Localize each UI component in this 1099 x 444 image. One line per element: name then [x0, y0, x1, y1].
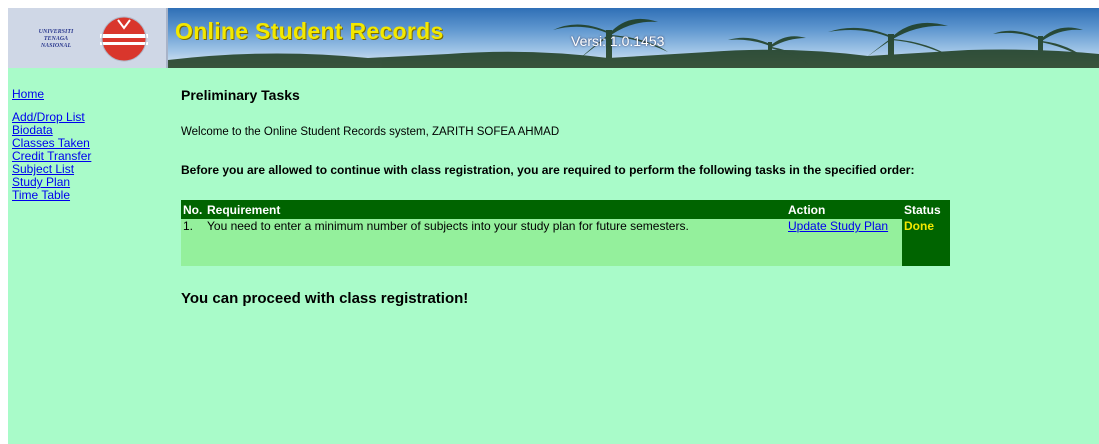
- logo-wordmark: UNIVERSITI TENAGA NASIONAL: [38, 29, 74, 49]
- column-header-requirement: Requirement: [205, 200, 786, 219]
- logo-emblem-icon: [100, 16, 148, 62]
- university-logo: UNIVERSITI TENAGA NASIONAL: [8, 8, 168, 68]
- sidebar-nav: Home Add/Drop List Biodata Classes Taken…: [8, 68, 170, 444]
- task-action-cell: Update Study Plan: [786, 219, 902, 239]
- nav-link-home[interactable]: Home: [8, 88, 170, 101]
- instruction-text: Before you are allowed to continue with …: [181, 163, 915, 177]
- header-banner: UNIVERSITI TENAGA NASIONAL Online Studen…: [8, 8, 1099, 68]
- proceed-message: You can proceed with class registration!: [181, 290, 469, 307]
- status-badge: Done: [904, 219, 934, 233]
- update-study-plan-link[interactable]: Update Study Plan: [788, 219, 888, 233]
- palm-trees-image: [168, 18, 1099, 68]
- table-row: 1. You need to enter a minimum number of…: [181, 219, 950, 266]
- main-content: Preliminary Tasks Welcome to the Online …: [170, 68, 1099, 444]
- task-requirement: You need to enter a minimum number of su…: [205, 219, 786, 239]
- task-number: 1.: [181, 219, 205, 239]
- welcome-message: Welcome to the Online Student Records sy…: [181, 126, 560, 138]
- task-status-cell: Done: [902, 219, 950, 266]
- version-label: Versi: 1.0.1453: [571, 33, 665, 49]
- table-spacer-row: [181, 239, 950, 266]
- page-title: Preliminary Tasks: [181, 87, 300, 103]
- column-header-action: Action: [786, 200, 902, 219]
- column-header-no: No.: [181, 200, 205, 219]
- app-title: Online Student Records: [175, 18, 444, 44]
- nav-link-time-table[interactable]: Time Table: [8, 189, 170, 202]
- table-header-row: No. Requirement Action Status: [181, 200, 950, 219]
- column-header-status: Status: [902, 200, 950, 219]
- tasks-table: No. Requirement Action Status 1. You nee…: [181, 200, 950, 266]
